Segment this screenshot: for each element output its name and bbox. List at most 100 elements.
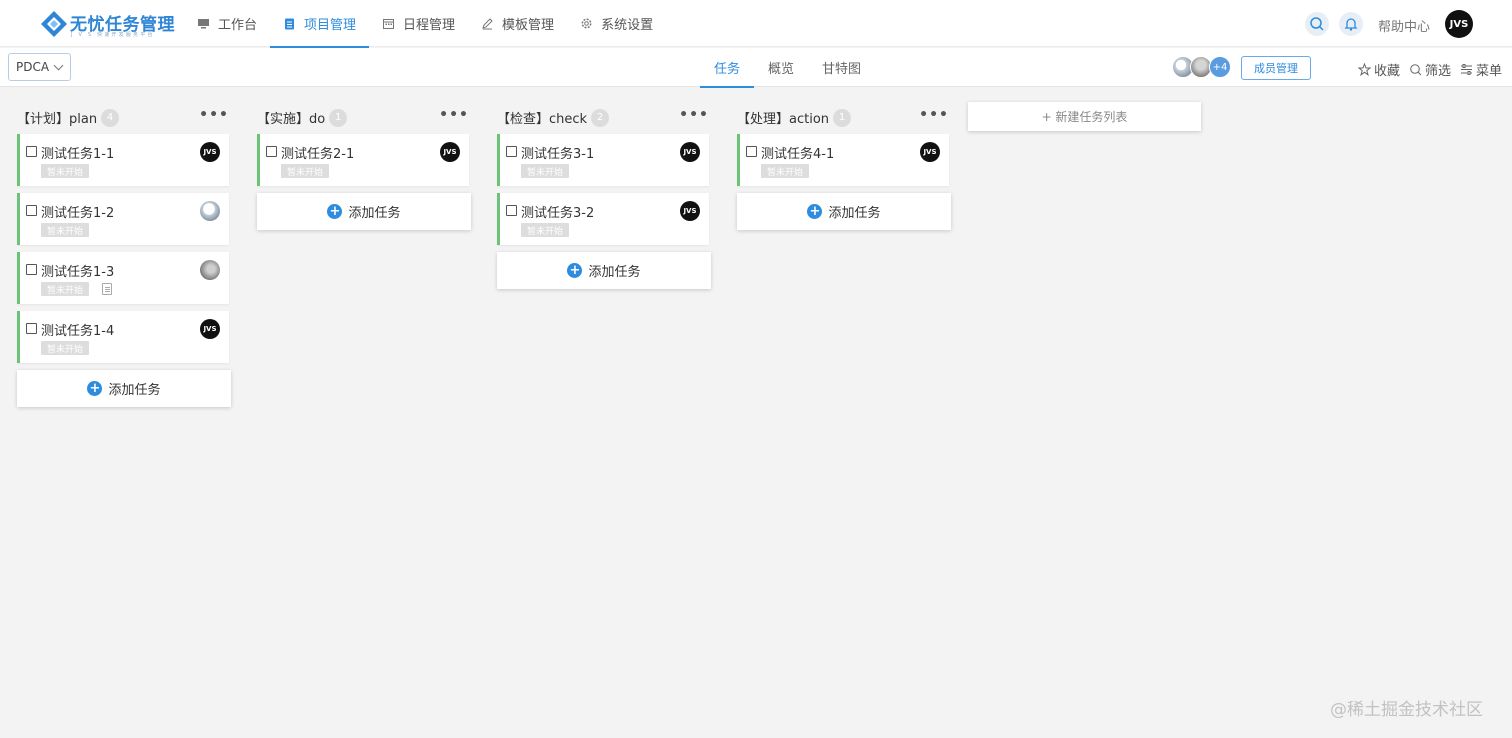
filter-label: 筛选 bbox=[1425, 64, 1452, 79]
add-task-label: 添加任务 bbox=[108, 383, 161, 398]
add-task-label: 添加任务 bbox=[828, 206, 881, 221]
nav-item-label: 系统设置 bbox=[601, 18, 654, 33]
nav-item-label: 工作台 bbox=[218, 18, 258, 33]
column-count-badge: 2 bbox=[591, 108, 610, 127]
status-badge: 暂未开始 bbox=[761, 164, 810, 178]
task-column-check: 【检查】check 2 ••• 测试任务3-1 暂未开始 JVS 测试任务3-2… bbox=[497, 100, 711, 289]
task-title: 测试任务1-2 bbox=[41, 206, 115, 221]
nav-item-projects[interactable]: 项目管理 bbox=[270, 0, 370, 48]
add-task-button[interactable]: + 添加任务 bbox=[737, 193, 951, 230]
task-title: 测试任务3-2 bbox=[521, 206, 595, 221]
nav-item-settings[interactable]: 系统设置 bbox=[567, 0, 666, 47]
notification-button[interactable] bbox=[1339, 12, 1363, 36]
nav-item-label: 项目管理 bbox=[304, 18, 357, 33]
search-button[interactable] bbox=[1305, 12, 1329, 36]
plus-circle-icon: + bbox=[807, 204, 823, 219]
task-checkbox[interactable] bbox=[26, 146, 37, 157]
assignee-avatar: JVS bbox=[440, 142, 460, 162]
add-task-label: 添加任务 bbox=[348, 206, 401, 221]
user-avatar[interactable]: JVS bbox=[1445, 10, 1473, 38]
column-title: 【处理】action 1 bbox=[737, 108, 852, 127]
task-checkbox[interactable] bbox=[266, 146, 277, 157]
plus-circle-icon: + bbox=[327, 204, 343, 219]
task-title: 测试任务2-1 bbox=[281, 147, 355, 162]
more-members-badge: +4 bbox=[1209, 56, 1231, 78]
help-center-link[interactable]: 帮助中心 bbox=[1378, 16, 1430, 35]
column-title: 【实施】do 1 bbox=[257, 108, 348, 127]
task-card[interactable]: 测试任务1-2 暂未开始 bbox=[17, 193, 229, 245]
task-title: 测试任务1-1 bbox=[41, 147, 115, 162]
nav-item-label: 模板管理 bbox=[502, 18, 555, 33]
nav-item-workbench[interactable]: 工作台 bbox=[184, 0, 270, 47]
task-card[interactable]: 测试任务2-1 暂未开始 JVS bbox=[257, 134, 469, 186]
task-card[interactable]: 测试任务1-4 暂未开始 JVS bbox=[17, 311, 229, 363]
status-badge: 暂未开始 bbox=[41, 164, 90, 178]
task-card[interactable]: 测试任务1-3 暂未开始 bbox=[17, 252, 229, 304]
monitor-icon bbox=[198, 19, 209, 29]
settings-sliders-icon bbox=[1461, 64, 1472, 75]
project-select-value: PDCA bbox=[16, 60, 50, 74]
tab-gantt[interactable]: 甘特图 bbox=[808, 48, 875, 87]
column-title-text: 【计划】plan bbox=[17, 112, 98, 127]
column-header: 【处理】action 1 ••• bbox=[737, 100, 951, 134]
top-nav-bar: 无忧任务管理 J V S 快速开发服务平台 工作台 项目管理 日程管理 模板管理… bbox=[0, 0, 1512, 48]
add-task-label: 添加任务 bbox=[588, 265, 641, 280]
watermark: @稀土掘金技术社区 bbox=[1330, 700, 1483, 720]
column-header: 【检查】check 2 ••• bbox=[497, 100, 711, 134]
task-title: 测试任务3-1 bbox=[521, 147, 595, 162]
add-task-button[interactable]: + 添加任务 bbox=[17, 370, 231, 407]
task-checkbox[interactable] bbox=[26, 323, 37, 334]
status-badge: 暂未开始 bbox=[521, 223, 570, 237]
clipboard-icon bbox=[285, 18, 295, 30]
task-title: 测试任务1-3 bbox=[41, 265, 115, 280]
add-task-button[interactable]: + 添加任务 bbox=[257, 193, 471, 230]
task-column-action: 【处理】action 1 ••• 测试任务4-1 暂未开始 JVS + 添加任务 bbox=[737, 100, 951, 230]
search-icon bbox=[1310, 17, 1324, 31]
task-checkbox[interactable] bbox=[26, 205, 37, 216]
task-title: 测试任务1-4 bbox=[41, 324, 115, 339]
task-checkbox[interactable] bbox=[746, 146, 757, 157]
task-checkbox[interactable] bbox=[506, 205, 517, 216]
task-checkbox[interactable] bbox=[506, 146, 517, 157]
favorite-label: 收藏 bbox=[1374, 64, 1401, 79]
new-task-list-button[interactable]: + 新建任务列表 bbox=[968, 102, 1201, 131]
brand-subtitle: J V S 快速开发服务平台 bbox=[71, 32, 155, 38]
gear-icon bbox=[581, 18, 592, 29]
star-icon bbox=[1358, 63, 1371, 76]
main-nav: 工作台 项目管理 日程管理 模板管理 系统设置 bbox=[184, 0, 666, 48]
member-avatars[interactable]: +4 bbox=[1172, 56, 1234, 78]
assignee-avatar bbox=[200, 201, 220, 221]
more-icon[interactable]: ••• bbox=[199, 107, 229, 123]
more-icon[interactable]: ••• bbox=[439, 107, 469, 123]
filter-button[interactable]: 筛选 bbox=[1409, 60, 1451, 79]
view-tabs: 任务 概览 甘特图 bbox=[700, 48, 875, 88]
status-badge: 暂未开始 bbox=[521, 164, 570, 178]
assignee-avatar bbox=[200, 260, 220, 280]
assignee-avatar: JVS bbox=[680, 201, 700, 221]
task-checkbox[interactable] bbox=[26, 264, 37, 275]
search-icon bbox=[1410, 64, 1422, 76]
tab-overview[interactable]: 概览 bbox=[754, 48, 808, 87]
brand-logo[interactable]: 无忧任务管理 J V S 快速开发服务平台 bbox=[40, 8, 175, 40]
menu-label: 菜单 bbox=[1476, 64, 1503, 79]
nav-item-templates[interactable]: 模板管理 bbox=[468, 0, 567, 47]
status-badge: 暂未开始 bbox=[41, 223, 90, 237]
logo-mark-icon bbox=[41, 11, 67, 37]
task-card[interactable]: 测试任务1-1 暂未开始 JVS bbox=[17, 134, 229, 186]
task-card[interactable]: 测试任务3-2 暂未开始 JVS bbox=[497, 193, 709, 245]
more-icon[interactable]: ••• bbox=[919, 107, 949, 123]
add-task-button[interactable]: + 添加任务 bbox=[497, 252, 711, 289]
more-icon[interactable]: ••• bbox=[679, 107, 709, 123]
task-card[interactable]: 测试任务3-1 暂未开始 JVS bbox=[497, 134, 709, 186]
menu-button[interactable]: 菜单 bbox=[1460, 60, 1502, 79]
member-management-button[interactable]: 成员管理 bbox=[1241, 56, 1311, 80]
nav-item-schedule[interactable]: 日程管理 bbox=[369, 0, 468, 47]
status-badge: 暂未开始 bbox=[281, 164, 330, 178]
pen-icon bbox=[482, 18, 493, 30]
project-select[interactable]: PDCA bbox=[8, 53, 71, 81]
assignee-avatar: JVS bbox=[680, 142, 700, 162]
favorite-button[interactable]: 收藏 bbox=[1358, 60, 1400, 79]
tab-tasks[interactable]: 任务 bbox=[700, 48, 755, 88]
column-title: 【计划】plan 4 bbox=[17, 108, 120, 127]
task-card[interactable]: 测试任务4-1 暂未开始 JVS bbox=[737, 134, 949, 186]
